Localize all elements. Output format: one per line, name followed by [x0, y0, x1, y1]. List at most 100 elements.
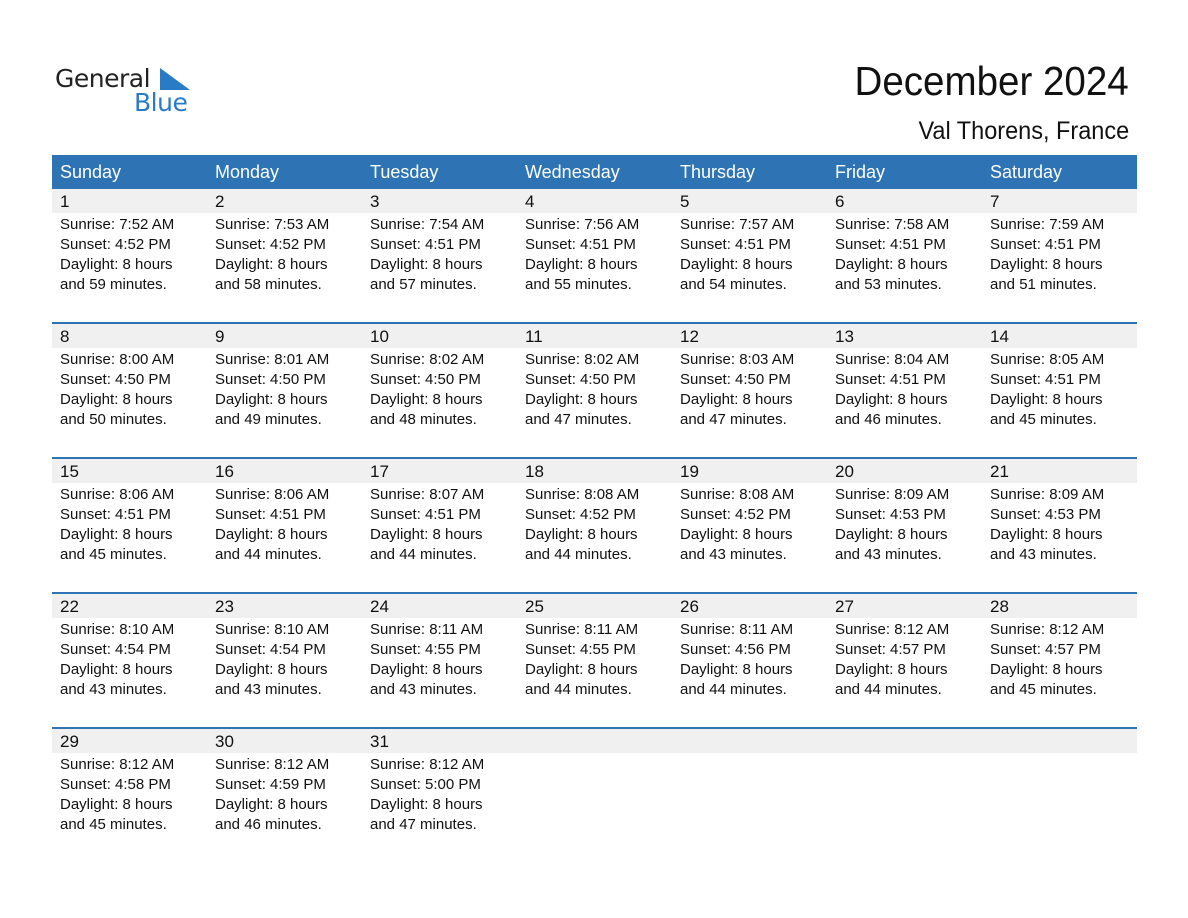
sunrise-time: Sunrise: 8:10 AM — [215, 621, 330, 638]
daylight-hours: Daylight: 8 hours — [215, 256, 328, 273]
sunset-time: Sunset: 4:50 PM — [215, 371, 326, 388]
sunset-time: Sunset: 4:57 PM — [835, 641, 946, 658]
day-number: 29 — [60, 732, 79, 751]
calendar-week: 29 30 31 Sunrise: 8:12 AM Sunset: 4:58 PM Day… — [52, 727, 1137, 862]
day-cell: Sunrise: 8:12 AM Sunset: 4:58 PM Daylight:… — [52, 753, 207, 862]
weekday-header-friday: Friday — [835, 162, 886, 182]
daylight-minutes: and 47 minutes. — [370, 816, 477, 833]
daylight-hours: Daylight: 8 hours — [835, 391, 948, 408]
daylight-hours: Daylight: 8 hours — [680, 391, 793, 408]
sunrise-time: Sunrise: 8:02 AM — [525, 351, 640, 368]
day-cell: Sunrise: 8:03 AM Sunset: 4:50 PM Daylight:… — [672, 348, 827, 457]
generalblue-logo: General Blue — [55, 64, 195, 120]
daylight-minutes: and 44 minutes. — [680, 681, 787, 698]
day-cell: Sunrise: 7:53 AM Sunset: 4:52 PM Daylight:… — [207, 213, 362, 322]
sunset-time: Sunset: 4:50 PM — [60, 371, 171, 388]
day-cell: Sunrise: 8:10 AM Sunset: 4:54 PM Daylight:… — [52, 618, 207, 727]
day-info-row: Sunrise: 8:12 AM Sunset: 4:58 PM Daylight:… — [52, 753, 1137, 862]
day-cell: Sunrise: 8:11 AM Sunset: 4:56 PM Daylight:… — [672, 618, 827, 727]
sunrise-time: Sunrise: 8:05 AM — [990, 351, 1105, 368]
daylight-hours: Daylight: 8 hours — [60, 661, 173, 678]
daylight-minutes: and 45 minutes. — [990, 681, 1097, 698]
day-number: 19 — [680, 462, 699, 481]
day-cell: Sunrise: 7:57 AM Sunset: 4:51 PM Daylight:… — [672, 213, 827, 322]
sunrise-time: Sunrise: 8:11 AM — [680, 621, 794, 638]
sunset-time: Sunset: 4:59 PM — [215, 776, 326, 793]
day-cell: Sunrise: 8:04 AM Sunset: 4:51 PM Daylight:… — [827, 348, 982, 457]
sunset-time: Sunset: 4:54 PM — [60, 641, 171, 658]
day-cell: Sunrise: 8:07 AM Sunset: 4:51 PM Daylight:… — [362, 483, 517, 592]
daylight-hours: Daylight: 8 hours — [370, 391, 483, 408]
day-number-row: 8 9 10 11 12 13 14 — [52, 324, 1137, 348]
day-number: 30 — [215, 732, 234, 751]
day-number — [982, 729, 1137, 753]
day-number: 31 — [370, 732, 389, 751]
location-subtitle: Val Thorens, France — [918, 117, 1129, 145]
day-cell: Sunrise: 8:11 AM Sunset: 4:55 PM Daylight:… — [517, 618, 672, 727]
sunset-time: Sunset: 4:53 PM — [990, 506, 1101, 523]
sunrise-time: Sunrise: 8:07 AM — [370, 486, 485, 503]
day-cell: Sunrise: 8:00 AM Sunset: 4:50 PM Daylight:… — [52, 348, 207, 457]
calendar-week: 22 23 24 25 26 27 28 Sunrise: 8:10 AM Sunset: 4:… — [52, 592, 1137, 727]
day-cell: Sunrise: 8:09 AM Sunset: 4:53 PM Daylight:… — [982, 483, 1137, 592]
weekday-header-thursday: Thursday — [680, 162, 756, 182]
sunset-time: Sunset: 4:55 PM — [370, 641, 481, 658]
weeks-container: 1 2 3 4 5 6 7 Sunrise: 7:52 AM Sunset: 4:52 PM Da… — [52, 189, 1137, 862]
day-number: 23 — [215, 597, 234, 616]
logo-triangle-icon — [160, 68, 190, 90]
day-cell: Sunrise: 7:54 AM Sunset: 4:51 PM Daylight:… — [362, 213, 517, 322]
day-info-row: Sunrise: 8:10 AM Sunset: 4:54 PM Daylight:… — [52, 618, 1137, 727]
day-number: 3 — [370, 192, 380, 211]
daylight-hours: Daylight: 8 hours — [835, 256, 948, 273]
sunset-time: Sunset: 4:50 PM — [370, 371, 481, 388]
sunset-time: Sunset: 4:51 PM — [990, 236, 1101, 253]
daylight-hours: Daylight: 8 hours — [215, 526, 328, 543]
daylight-minutes: and 55 minutes. — [525, 276, 632, 293]
sunrise-time: Sunrise: 8:04 AM — [835, 351, 950, 368]
sunset-time: Sunset: 4:57 PM — [990, 641, 1101, 658]
sunrise-time: Sunrise: 7:58 AM — [835, 216, 950, 233]
day-cell: Sunrise: 8:12 AM Sunset: 5:00 PM Daylight:… — [362, 753, 517, 862]
daylight-hours: Daylight: 8 hours — [990, 256, 1103, 273]
daylight-hours: Daylight: 8 hours — [370, 796, 483, 813]
daylight-hours: Daylight: 8 hours — [990, 661, 1103, 678]
day-cell: Sunrise: 8:12 AM Sunset: 4:57 PM Daylight:… — [827, 618, 982, 727]
sunrise-time: Sunrise: 8:09 AM — [990, 486, 1105, 503]
sunrise-time: Sunrise: 8:06 AM — [215, 486, 330, 503]
day-info-row: Sunrise: 8:00 AM Sunset: 4:50 PM Daylight:… — [52, 348, 1137, 457]
day-cell: Sunrise: 8:06 AM Sunset: 4:51 PM Daylight:… — [207, 483, 362, 592]
daylight-minutes: and 47 minutes. — [525, 411, 632, 428]
daylight-hours: Daylight: 8 hours — [680, 256, 793, 273]
day-number: 11 — [525, 327, 543, 346]
sunset-time: Sunset: 4:51 PM — [990, 371, 1101, 388]
day-cell: Sunrise: 8:06 AM Sunset: 4:51 PM Daylight:… — [52, 483, 207, 592]
daylight-minutes: and 44 minutes. — [525, 681, 632, 698]
sunrise-time: Sunrise: 8:00 AM — [60, 351, 175, 368]
day-number: 21 — [990, 462, 1009, 481]
sunset-time: Sunset: 4:52 PM — [60, 236, 171, 253]
day-number: 12 — [680, 327, 699, 346]
day-number: 13 — [835, 327, 854, 346]
day-cell — [982, 753, 1137, 862]
daylight-minutes: and 48 minutes. — [370, 411, 477, 428]
sunset-time: Sunset: 4:51 PM — [525, 236, 636, 253]
sunset-time: Sunset: 4:55 PM — [525, 641, 636, 658]
day-number-row: 29 30 31 — [52, 729, 1137, 753]
day-cell: Sunrise: 8:08 AM Sunset: 4:52 PM Daylight:… — [517, 483, 672, 592]
daylight-minutes: and 46 minutes. — [215, 816, 322, 833]
daylight-minutes: and 43 minutes. — [370, 681, 477, 698]
day-number — [517, 729, 672, 753]
sunset-time: Sunset: 4:52 PM — [215, 236, 326, 253]
daylight-hours: Daylight: 8 hours — [60, 796, 173, 813]
daylight-minutes: and 51 minutes. — [990, 276, 1097, 293]
daylight-minutes: and 45 minutes. — [60, 546, 167, 563]
calendar-week: 15 16 17 18 19 20 21 Sunrise: 8:06 AM Sunset: 4:… — [52, 457, 1137, 592]
day-number: 15 — [60, 462, 79, 481]
sunrise-time: Sunrise: 8:12 AM — [835, 621, 950, 638]
daylight-minutes: and 43 minutes. — [990, 546, 1097, 563]
sunset-time: Sunset: 4:51 PM — [60, 506, 171, 523]
day-number: 14 — [990, 327, 1009, 346]
day-cell: Sunrise: 7:59 AM Sunset: 4:51 PM Daylight:… — [982, 213, 1137, 322]
sunset-time: Sunset: 4:51 PM — [835, 236, 946, 253]
day-cell: Sunrise: 8:02 AM Sunset: 4:50 PM Daylight:… — [362, 348, 517, 457]
